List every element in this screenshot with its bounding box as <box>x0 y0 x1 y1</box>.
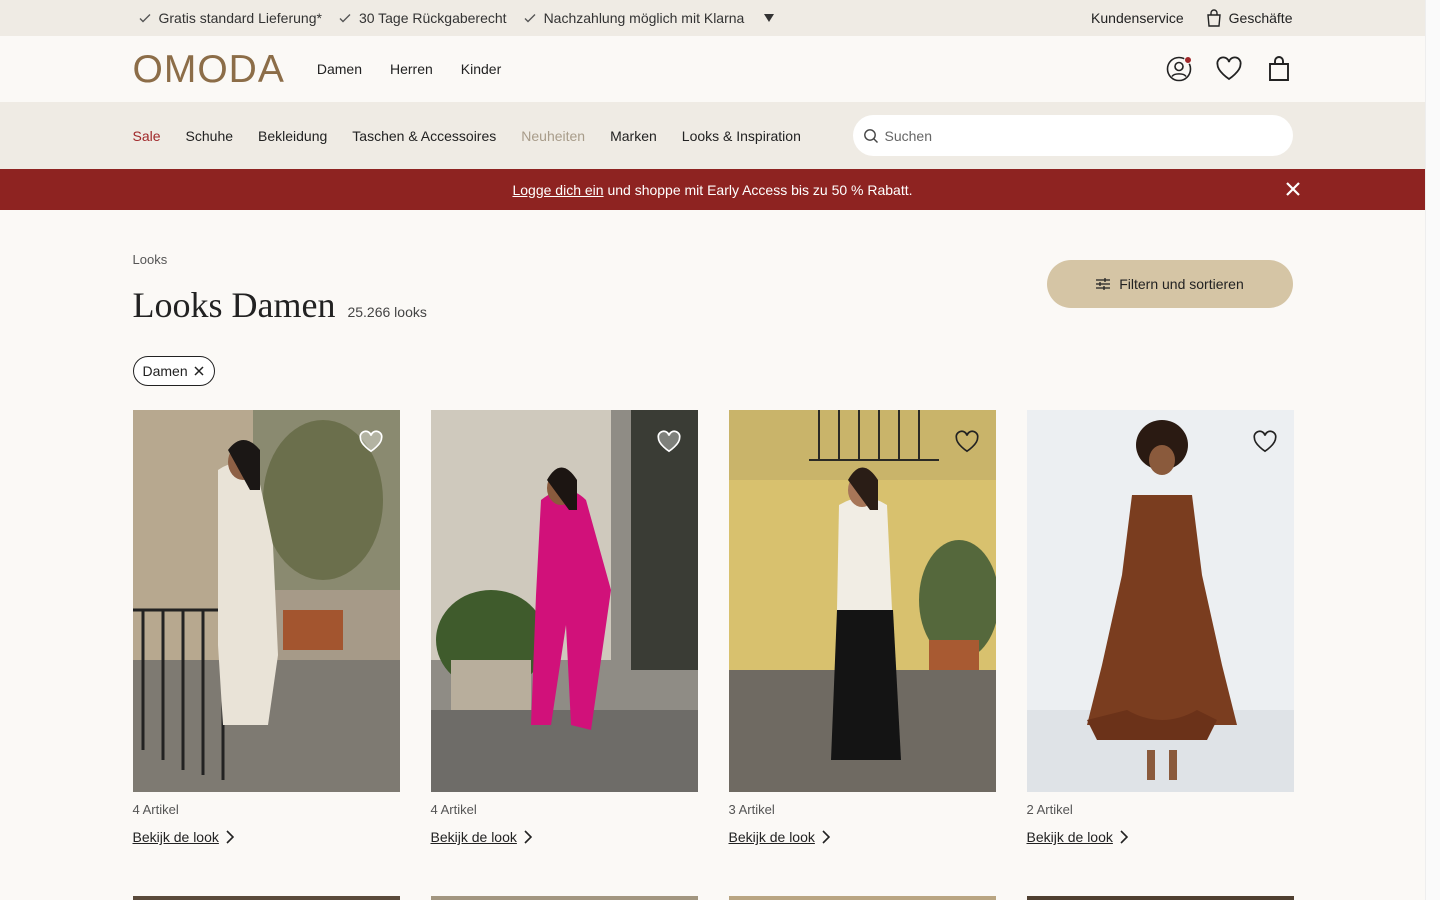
look-image[interactable] <box>1026 410 1294 792</box>
wishlist-button[interactable] <box>1215 55 1243 83</box>
cat-taschen[interactable]: Taschen & Accessoires <box>352 128 496 144</box>
wishlist-heart-icon[interactable] <box>358 430 384 454</box>
look-photo-street-pink <box>430 410 698 792</box>
looks-grid-next-row <box>132 896 1294 900</box>
usp-text: Nachzahlung möglich mit Klarna <box>543 10 745 26</box>
look-photo-street-yellow <box>728 410 996 792</box>
usp-item: Gratis standard Lieferung* <box>138 10 322 26</box>
category-nav: Sale Schuhe Bekleidung Taschen & Accesso… <box>0 102 1425 169</box>
store-bag-icon <box>1206 9 1221 27</box>
view-look-label: Bekijk de look <box>1026 829 1113 845</box>
view-look-link[interactable]: Bekijk de look <box>1027 829 1294 845</box>
wishlist-heart-icon[interactable] <box>954 430 980 454</box>
page-title: Looks Damen <box>132 285 336 325</box>
account-button[interactable] <box>1165 55 1193 83</box>
cat-looks[interactable]: Looks & Inspiration <box>682 128 801 144</box>
check-icon <box>524 14 536 23</box>
nav-damen[interactable]: Damen <box>317 61 362 77</box>
promo-banner: Logge dich ein und shoppe mit Early Acce… <box>0 169 1425 210</box>
search-icon <box>863 128 878 143</box>
promo-body: und shoppe mit Early Access bis zu <box>603 181 832 198</box>
cat-bekleidung[interactable]: Bekleidung <box>258 128 327 144</box>
close-icon[interactable] <box>1285 181 1301 197</box>
look-image[interactable] <box>430 410 698 792</box>
nav-herren[interactable]: Herren <box>390 61 433 77</box>
look-image-partial[interactable] <box>1026 896 1294 900</box>
look-item-count: 4 Artikel <box>430 802 477 817</box>
chevron-right-icon <box>226 830 234 844</box>
sliders-icon <box>1096 278 1111 290</box>
usp-expand-caret-icon[interactable] <box>764 14 775 22</box>
cart-button[interactable] <box>1265 55 1293 83</box>
wishlist-heart-icon[interactable] <box>1252 430 1278 454</box>
look-image-partial[interactable] <box>132 896 400 900</box>
page-scrollbar[interactable] <box>1425 0 1440 900</box>
cat-marken[interactable]: Marken <box>610 128 657 144</box>
view-look-label: Bekijk de look <box>430 829 517 845</box>
look-card[interactable]: 4 Artikel Bekijk de look <box>430 410 698 845</box>
look-item-count: 4 Artikel <box>132 802 179 817</box>
look-image[interactable] <box>728 410 996 792</box>
cat-neuheiten[interactable]: Neuheiten <box>521 128 585 144</box>
view-look-link[interactable]: Bekijk de look <box>729 829 996 845</box>
nav-kinder[interactable]: Kinder <box>461 61 501 77</box>
look-item-count: 2 Artikel <box>1026 802 1073 817</box>
check-icon <box>139 14 150 23</box>
usp-text: Gratis standard Lieferung* <box>158 10 322 26</box>
view-look-link[interactable]: Bekijk de look <box>431 829 698 845</box>
notification-dot <box>1183 56 1192 64</box>
promo-text: Logge dich ein und shoppe mit Early Acce… <box>512 182 912 198</box>
breadcrumb[interactable]: Looks <box>133 252 168 267</box>
usp-item: 30 Tage Rückgaberecht <box>338 10 507 26</box>
omoda-logo[interactable]: OMODA <box>133 50 285 89</box>
chevron-right-icon <box>1120 830 1128 844</box>
view-look-label: Bekijk de look <box>132 829 219 845</box>
customer-service-link[interactable]: Kundenservice <box>1091 10 1184 26</box>
results-count: 25.266 looks <box>347 304 427 320</box>
search-box[interactable] <box>852 115 1293 156</box>
wishlist-heart-icon[interactable] <box>656 430 682 454</box>
usp-list: Gratis standard Lieferung* 30 Tage Rückg… <box>138 10 775 26</box>
check-icon <box>339 14 351 23</box>
stores-label: Geschäfte <box>1228 10 1293 26</box>
usp-item: Nachzahlung möglich mit Klarna <box>523 10 745 26</box>
look-card[interactable]: 4 Artikel Bekijk de look <box>132 410 400 845</box>
search-input[interactable] <box>884 127 1265 144</box>
looks-grid: 4 Artikel Bekijk de look 4 Artikel Bekij… <box>132 410 1294 845</box>
main-header: OMODA Damen Herren Kinder <box>0 36 1425 102</box>
look-photo-street-beige <box>132 410 400 792</box>
look-image[interactable] <box>132 410 400 792</box>
usp-bar: Gratis standard Lieferung* 30 Tage Rückg… <box>0 0 1425 36</box>
look-card[interactable]: 2 Artikel Bekijk de look <box>1026 410 1294 845</box>
cat-sale[interactable]: Sale <box>133 128 161 144</box>
remove-filter-icon[interactable] <box>194 366 204 376</box>
look-photo-studio-brown <box>1026 410 1294 792</box>
shopping-bag-icon <box>1268 56 1289 81</box>
promo-login-link[interactable]: Logge dich ein <box>512 182 603 198</box>
chevron-right-icon <box>524 830 532 844</box>
stores-link[interactable]: Geschäfte <box>1206 9 1293 27</box>
active-filter-chip[interactable]: Damen <box>132 356 215 386</box>
heart-icon <box>1215 56 1242 81</box>
view-look-link[interactable]: Bekijk de look <box>133 829 400 845</box>
usp-text: 30 Tage Rückgaberecht <box>358 10 507 26</box>
filter-sort-label: Filtern und sortieren <box>1119 276 1244 292</box>
look-image-partial[interactable] <box>728 896 996 900</box>
gender-nav: Damen Herren Kinder <box>317 61 501 77</box>
chip-label: Damen <box>142 363 188 379</box>
chevron-right-icon <box>822 830 830 844</box>
look-image-partial[interactable] <box>430 896 698 900</box>
look-card[interactable]: 3 Artikel Bekijk de look <box>728 410 996 845</box>
filter-sort-button[interactable]: Filtern und sortieren <box>1046 260 1293 308</box>
promo-discount: 50 % Rabatt. <box>831 181 913 198</box>
look-item-count: 3 Artikel <box>728 802 775 817</box>
cat-schuhe[interactable]: Schuhe <box>186 128 233 144</box>
view-look-label: Bekijk de look <box>728 829 815 845</box>
